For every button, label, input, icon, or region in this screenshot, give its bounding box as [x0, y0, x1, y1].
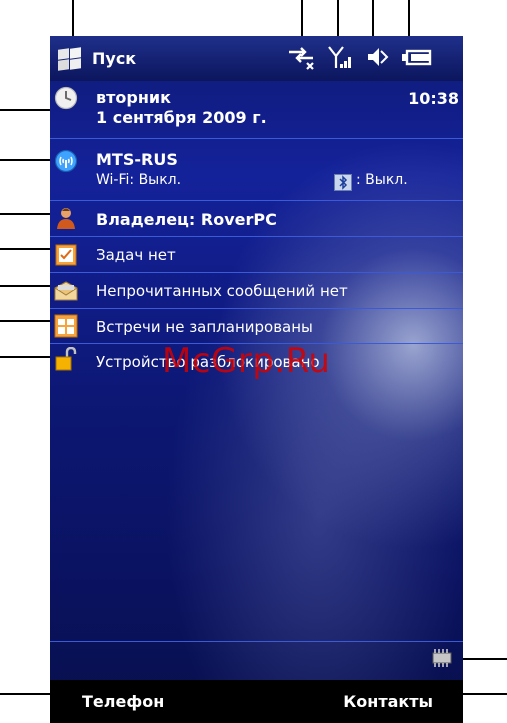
today-date-row[interactable]: вторник 1 сентября 2009 г. 10:38 [50, 81, 463, 139]
callout-line [0, 159, 50, 161]
wireless-manager-icon [54, 149, 78, 173]
callout-line [72, 0, 74, 36]
time-label: 10:38 [408, 89, 459, 108]
calendar-label: Встречи не запланированы [96, 318, 313, 336]
callout-line [463, 693, 507, 695]
owner-person-icon [57, 208, 75, 229]
tasks-clipboard-icon [55, 244, 77, 266]
contacts-softkey[interactable]: Контакты [343, 692, 433, 711]
separator-line [50, 641, 463, 642]
callout-line [337, 0, 339, 36]
title-bar: Пуск [50, 36, 463, 81]
clock-icon [54, 86, 78, 110]
tasks-row[interactable]: Задач нет [50, 237, 463, 273]
network-row[interactable]: MTS-RUS Wi-Fi: Выкл. : Выкл. [50, 139, 463, 201]
calendar-row[interactable]: Встречи не запланированы [50, 309, 463, 344]
bluetooth-icon[interactable] [334, 174, 352, 191]
callout-line [0, 213, 50, 215]
callout-line [408, 0, 410, 36]
owner-row[interactable]: Владелец: RoverPC [50, 201, 463, 237]
callout-line [372, 0, 374, 36]
callout-line [0, 320, 50, 322]
data-sync-icon[interactable] [287, 44, 315, 70]
watermark: McGrp.Ru [162, 341, 331, 381]
battery-icon[interactable] [401, 44, 433, 70]
messages-label: Непрочитанных сообщений нет [96, 282, 348, 300]
calendar-icon [54, 314, 78, 338]
memory-chip-icon[interactable] [429, 648, 455, 670]
start-menu-label[interactable]: Пуск [92, 49, 136, 68]
owner-label: Владелец: RoverPC [96, 210, 277, 229]
callout-line [0, 109, 50, 111]
softkey-bar: Телефон Контакты [50, 680, 463, 723]
tasks-label: Задач нет [96, 246, 176, 264]
date-label: 1 сентября 2009 г. [96, 108, 267, 127]
windows-logo-icon[interactable] [54, 45, 84, 73]
weekday-label: вторник [96, 88, 171, 107]
wifi-status-label[interactable]: Wi-Fi: Выкл. [96, 172, 181, 188]
callout-line [301, 0, 303, 36]
unlocked-padlock-icon [55, 347, 77, 371]
bluetooth-status-label[interactable]: : Выкл. [356, 172, 408, 188]
callout-line [463, 658, 507, 660]
envelope-icon [54, 281, 78, 301]
operator-label: MTS-RUS [96, 150, 178, 169]
status-icons [287, 44, 433, 70]
speaker-muted-icon[interactable] [365, 44, 389, 70]
signal-icon[interactable] [327, 44, 353, 70]
callout-line [0, 693, 50, 695]
phone-softkey[interactable]: Телефон [82, 692, 164, 711]
callout-line [0, 356, 50, 358]
callout-line [0, 248, 50, 250]
phone-screen: Пуск вторник 1 сентября 2009 г. 10:38 MT… [50, 36, 463, 723]
callout-line [0, 285, 50, 287]
messages-row[interactable]: Непрочитанных сообщений нет [50, 273, 463, 309]
